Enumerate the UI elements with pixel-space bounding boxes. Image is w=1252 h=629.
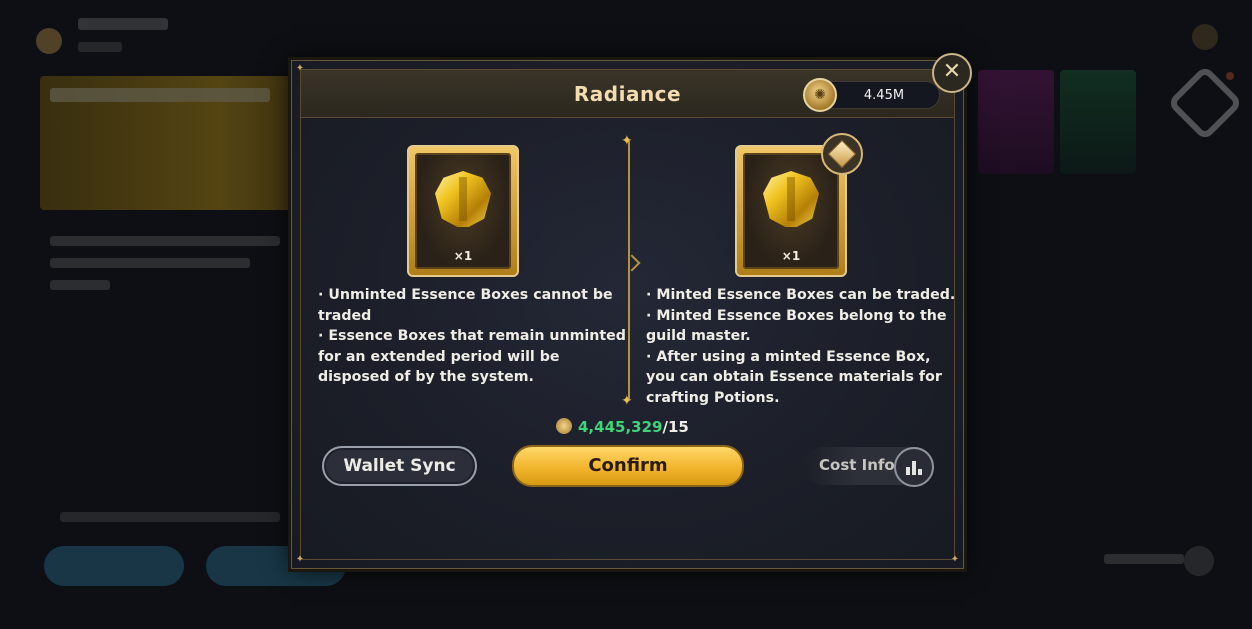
background-text-blur	[50, 236, 280, 246]
background-text-blur	[1104, 554, 1184, 564]
minted-description: · Minted Essence Boxes can be traded. · …	[646, 285, 956, 409]
background-emblem-icon	[36, 28, 62, 54]
unminted-description: · Unminted Essence Boxes cannot be trade…	[318, 285, 626, 388]
currency-display: ✺ 4.45M	[803, 78, 940, 112]
close-icon: ✕	[942, 59, 962, 84]
close-button[interactable]: ✕	[932, 53, 972, 93]
background-notification-dot	[1226, 72, 1234, 80]
radiance-dialog: ✦ ✦ ✦ ✦ Radiance ✺ 4.45M ✕ ✦ ✦ ×1 ×1 · U…	[291, 53, 972, 569]
currency-amount: 4.45M	[863, 88, 905, 103]
description-line: · After using a minted Essence Box, you …	[646, 348, 942, 406]
background-text-blur	[50, 280, 110, 290]
description-line: · Unminted Essence Boxes cannot be trade…	[318, 287, 613, 324]
cost-info-label: Cost Info	[819, 456, 895, 474]
item-quantity: ×1	[453, 249, 473, 263]
item-quantity: ×1	[781, 249, 801, 263]
bar-chart-icon	[894, 447, 934, 487]
background-button	[44, 546, 184, 586]
background-subtitle-blur	[78, 42, 122, 52]
cost-info-button[interactable]: Cost Info	[804, 447, 934, 487]
background-text-blur	[50, 258, 250, 268]
cost-display: 4,445,329/15	[556, 418, 716, 436]
background-thumbnail	[978, 70, 1054, 174]
card-inner: ×1	[415, 153, 511, 269]
description-line: · Minted Essence Boxes belong to the gui…	[646, 307, 947, 345]
description-line: · Essence Boxes that remain unminted for…	[318, 328, 626, 386]
essence-box-icon	[435, 171, 491, 227]
background-round-icon	[1184, 546, 1214, 576]
essence-coin-icon: ✺	[803, 78, 837, 112]
corner-ornament-icon: ✦	[295, 554, 305, 565]
divider-arrow	[623, 254, 641, 272]
background-thumbnail	[1060, 70, 1136, 174]
cost-required: /15	[662, 418, 689, 436]
description-line: · Minted Essence Boxes can be traded.	[646, 287, 956, 303]
corner-ornament-icon: ✦	[950, 554, 960, 565]
unminted-essence-box-card[interactable]: ×1	[407, 145, 519, 277]
divider-star-icon: ✦	[621, 133, 633, 149]
divider-star-icon: ✦	[621, 393, 633, 409]
background-text-blur	[60, 512, 280, 522]
wallet-sync-button[interactable]: Wallet Sync	[322, 446, 477, 486]
confirm-button[interactable]: Confirm	[512, 445, 744, 487]
cost-owned: 4,445,329	[578, 418, 663, 436]
background-banner-title-blur	[50, 88, 270, 102]
minted-badge-icon	[821, 133, 863, 175]
background-title-blur	[78, 18, 168, 30]
essence-coin-icon	[556, 418, 572, 434]
badge-diamond	[827, 139, 857, 169]
card-inner: ×1	[743, 153, 839, 269]
dialog-header: Radiance ✺ 4.45M	[301, 70, 954, 118]
essence-box-icon	[763, 171, 819, 227]
background-coin-icon	[1192, 24, 1218, 50]
